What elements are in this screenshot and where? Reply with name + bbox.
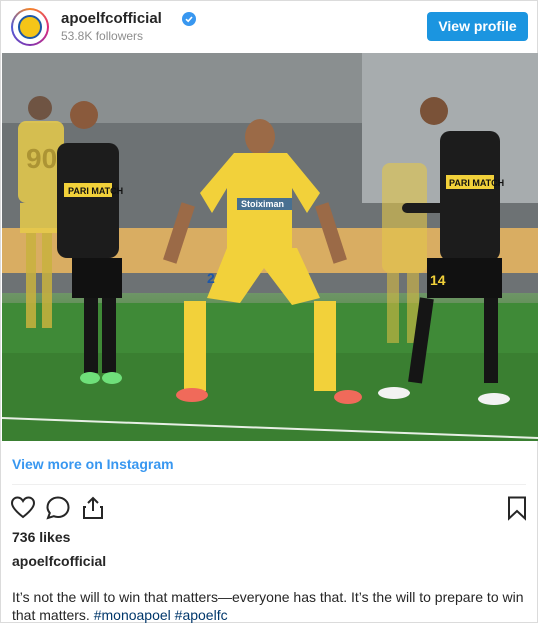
followers-count: 53.8K followers: [61, 29, 144, 43]
bookmark-icon[interactable]: [504, 495, 530, 521]
apoel-crest-icon: [18, 15, 42, 39]
view-profile-button[interactable]: View profile: [427, 12, 528, 41]
verified-badge-icon: [182, 12, 196, 26]
hashtag-apoelfc[interactable]: #apoelfc: [175, 607, 228, 623]
view-more-link[interactable]: View more on Instagram: [12, 456, 174, 472]
avatar[interactable]: [11, 8, 49, 46]
divider: [12, 484, 526, 485]
comment-icon[interactable]: [45, 495, 71, 521]
avatar-inner: [13, 10, 47, 44]
caption-text: It’s not the will to win that matters—ev…: [12, 589, 524, 623]
sponsor-left-text: PARI MATCH: [68, 186, 123, 196]
photo-illustration: 90 PARI MATCH Stoiximan 2 PARI MATCH 14: [2, 53, 538, 441]
jersey-number-90: 90: [26, 143, 57, 174]
post-photo[interactable]: 90 PARI MATCH Stoiximan 2 PARI MATCH 14: [2, 53, 538, 441]
sponsor-right-text: PARI MATCH: [449, 178, 504, 188]
sponsor-center-text: Stoiximan: [241, 199, 284, 209]
caption: It’s not the will to win that matters—ev…: [12, 588, 532, 624]
share-icon[interactable]: [80, 495, 106, 521]
username[interactable]: apoelfcofficial: [61, 10, 162, 27]
heart-icon[interactable]: [10, 495, 36, 521]
instagram-embed-card: apoelfcofficial 53.8K followers View pro…: [0, 0, 538, 623]
caption-username[interactable]: apoelfcofficial: [12, 553, 106, 569]
shorts-number: 2: [207, 270, 215, 286]
post-header: apoelfcofficial 53.8K followers View pro…: [1, 1, 537, 53]
shorts-number-right: 14: [430, 272, 446, 288]
hashtag-monoapoel[interactable]: #monoapoel: [94, 607, 171, 623]
likes-count[interactable]: 736 likes: [12, 529, 70, 545]
